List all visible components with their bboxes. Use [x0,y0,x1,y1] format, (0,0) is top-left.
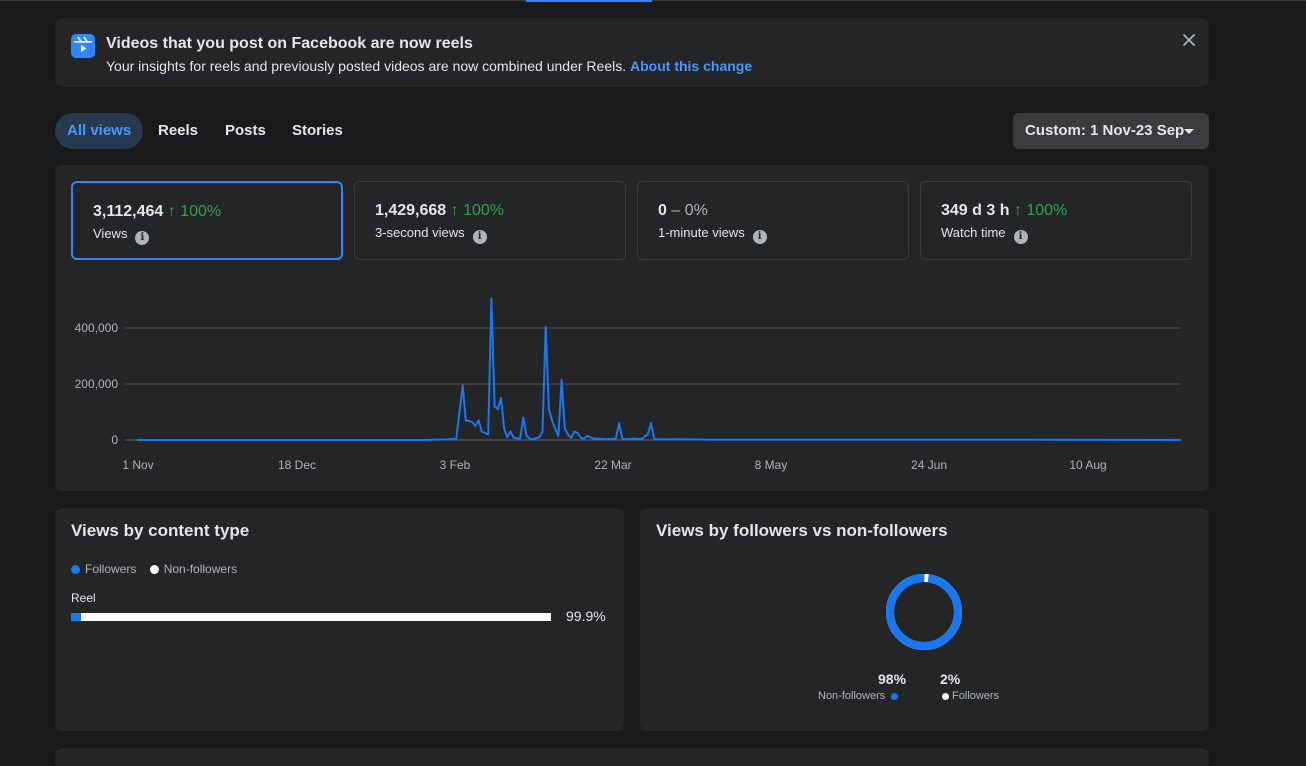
notice-text: Your insights for reels and previously p… [106,58,752,74]
x-tick-label: 22 Mar [594,458,631,472]
next-section-card [55,748,1209,766]
legend-non-followers: Non-followers [149,562,238,576]
legend-followers-label: Followers [85,562,137,576]
x-tick-label: 24 Jun [911,458,947,472]
non-followers-dot-icon [149,565,159,574]
followers-dot-icon [71,565,80,574]
views-by-content-type-card: Views by content type Followers Non-foll… [55,508,624,731]
x-tick-label: 18 Dec [278,458,316,472]
bar-label: Reel [71,591,96,605]
non-followers-label: Non-followers [818,690,886,702]
card-title: Views by followers vs non-followers [656,521,948,540]
followers-dot-icon [942,693,949,700]
close-icon [1183,34,1195,46]
views-by-followers-card: Views by followers vs non-followers 98% … [640,508,1209,731]
top-border [0,0,1306,1]
followers-label: Followers [952,690,1000,702]
views-line-chart: 0 200,000 400,000 1 Nov 18 Dec 3 Feb 22 Mar 8 M… [75,297,1182,472]
caret-down-icon [1184,129,1194,134]
active-nav-indicator [526,0,652,2]
reels-icon [71,34,95,58]
tab-all-views[interactable]: All views [55,113,144,149]
tab-posts[interactable]: Posts [225,113,266,149]
reels-notice-banner: Videos that you post on Facebook are now… [55,18,1209,87]
reel-bar-followers-fill [71,613,81,621]
x-tick-label: 10 Aug [1069,458,1106,472]
legend: Followers Non-followers [71,562,247,576]
x-tick-label: 1 Nov [122,458,153,472]
notice-body: Your insights for reels and previously p… [106,58,627,74]
x-tick-label: 8 May [755,458,788,472]
views-overview-card: 3,112,464 ↑ 100% Views i 1,429,668 ↑ 100%… [55,165,1209,491]
close-button[interactable] [1177,28,1201,52]
views-series-line [137,297,1182,441]
followers-percentage: 2% [940,671,961,687]
non-followers-dot-icon [891,693,899,700]
y-tick-label: 400,000 [75,321,119,335]
about-this-change-link[interactable]: About this change [630,58,752,74]
followers-legend: Followers [942,690,999,702]
notice-title: Videos that you post on Facebook are now… [106,35,473,52]
date-range-label: Custom: 1 Nov-23 Sep [1025,122,1185,139]
reel-bar [71,613,551,621]
non-followers-legend: Non-followers [818,690,903,702]
card-title: Views by content type [71,521,250,540]
tab-reels[interactable]: Reels [158,113,198,149]
non-followers-percentage: 98% [878,671,907,687]
y-tick-label: 0 [111,433,118,447]
date-range-dropdown[interactable]: Custom: 1 Nov-23 Sep [1013,113,1209,149]
tab-stories[interactable]: Stories [292,113,343,149]
legend-non-followers-label: Non-followers [163,562,238,576]
reel-bar-percentage: 99.9% [566,608,606,624]
y-tick-label: 200,000 [75,377,119,391]
followers-donut-chart [886,574,962,650]
donut-non-followers-segment [886,574,962,650]
legend-followers: Followers [71,562,136,576]
x-tick-label: 3 Feb [440,458,471,472]
